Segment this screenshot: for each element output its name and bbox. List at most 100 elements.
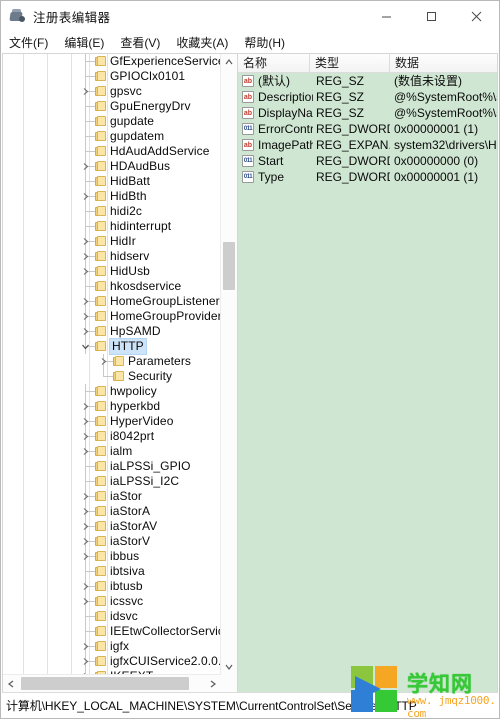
chevron-right-icon[interactable] <box>81 312 90 321</box>
chevron-right-icon[interactable] <box>81 597 90 606</box>
tree-node[interactable]: hidinterrupt <box>3 219 221 234</box>
tree-node[interactable]: HidIr <box>3 234 221 249</box>
chevron-right-icon[interactable] <box>81 657 90 666</box>
tree-node[interactable]: ibbus <box>3 549 221 564</box>
close-button[interactable] <box>454 1 499 32</box>
chevron-right-icon[interactable] <box>81 327 90 336</box>
chevron-right-icon[interactable] <box>81 507 90 516</box>
value-row[interactable]: 011 Start REG_DWORD 0x00000000 (0) <box>238 153 497 169</box>
tree-node[interactable]: hidi2c <box>3 204 221 219</box>
chevron-right-icon[interactable] <box>81 87 90 96</box>
tree-node[interactable]: hkosdservice <box>3 279 221 294</box>
maximize-button[interactable] <box>409 1 454 32</box>
menu-favorites[interactable]: 收藏夹(A) <box>176 34 228 51</box>
tree-node[interactable]: HidBatt <box>3 174 221 189</box>
chevron-right-icon[interactable] <box>81 642 90 651</box>
value-row[interactable]: 011 Type REG_DWORD 0x00000001 (1) <box>238 169 497 185</box>
menu-file[interactable]: 文件(F) <box>9 34 48 51</box>
chevron-right-icon[interactable] <box>81 162 90 171</box>
value-row[interactable]: 011 ErrorControlREG_DWORD 0x00000001 (1) <box>238 121 497 137</box>
column-data[interactable]: 数据 <box>390 54 497 72</box>
tree-node-label: GpuEnergyDrv <box>110 99 191 113</box>
value-row[interactable]: ab DisplayNa...REG_SZ @%SystemRoot%\s <box>238 105 497 121</box>
chevron-right-icon[interactable] <box>81 267 90 276</box>
tree-node[interactable]: HomeGroupProvider <box>3 309 221 324</box>
folder-icon <box>95 146 106 157</box>
scroll-down-icon[interactable] <box>221 659 237 675</box>
chevron-right-icon[interactable] <box>81 582 90 591</box>
tree-node[interactable]: HTTP <box>3 338 221 355</box>
tree-node[interactable]: HdAudAddService <box>3 144 221 159</box>
tree-node[interactable]: HDAudBus <box>3 159 221 174</box>
value-row[interactable]: ab Description REG_SZ @%SystemRoot%\s <box>238 89 497 105</box>
tree-node[interactable]: hidserv <box>3 249 221 264</box>
chevron-right-icon[interactable] <box>81 237 90 246</box>
column-name[interactable]: 名称 <box>238 54 310 72</box>
tree-node[interactable]: Parameters <box>3 354 221 369</box>
column-type[interactable]: 类型 <box>310 54 390 72</box>
tree-node[interactable]: gupdatem <box>3 129 221 144</box>
tree-node[interactable]: GPIOClx0101 <box>3 69 221 84</box>
menu-help[interactable]: 帮助(H) <box>244 34 285 51</box>
tree-node[interactable]: gupdate <box>3 114 221 129</box>
tree-horizontal-scrollbar[interactable] <box>3 674 221 692</box>
tree-node[interactable]: i8042prt <box>3 429 221 444</box>
tree-node[interactable]: HidBth <box>3 189 221 204</box>
tree-node[interactable]: icssvc <box>3 594 221 609</box>
tree-node[interactable]: iaLPSSi_GPIO <box>3 459 221 474</box>
tree-node-label: Parameters <box>128 354 192 368</box>
chevron-right-icon[interactable] <box>81 522 90 531</box>
tree-node[interactable]: iaLPSSi_I2C <box>3 474 221 489</box>
tree-node[interactable]: IEEtwCollectorService <box>3 624 221 639</box>
values-list[interactable]: ab (默认) REG_SZ (数值未设置) ab Description REG_SZ @%… <box>238 73 497 185</box>
menu-view[interactable]: 查看(V) <box>120 34 160 51</box>
tree-node[interactable]: igfx <box>3 639 221 654</box>
chevron-right-icon[interactable] <box>81 192 90 201</box>
tree-node-label: iaStorA <box>110 504 151 518</box>
chevron-right-icon[interactable] <box>81 537 90 546</box>
scroll-left-icon[interactable] <box>3 675 19 692</box>
chevron-right-icon[interactable] <box>99 357 108 366</box>
tree-node[interactable]: igfxCUIService2.0.0.0 <box>3 654 221 669</box>
chevron-right-icon[interactable] <box>81 492 90 501</box>
h-scroll-thumb[interactable] <box>21 677 189 690</box>
tree-node[interactable]: GpuEnergyDrv <box>3 99 221 114</box>
chevron-right-icon[interactable] <box>81 252 90 261</box>
menu-edit[interactable]: 编辑(E) <box>64 34 104 51</box>
chevron-right-icon[interactable] <box>81 417 90 426</box>
value-row[interactable]: ab (默认) REG_SZ (数值未设置) <box>238 73 497 89</box>
tree-scroll-thumb[interactable] <box>223 242 235 290</box>
tree-node[interactable]: ialm <box>3 444 221 459</box>
tree-node-label: Security <box>128 369 173 383</box>
tree-node[interactable]: iaStorA <box>3 504 221 519</box>
chevron-right-icon[interactable] <box>81 297 90 306</box>
scroll-up-icon[interactable] <box>221 54 237 70</box>
tree-node[interactable]: ibtusb <box>3 579 221 594</box>
tree-node[interactable]: GfExperienceService <box>3 54 221 69</box>
tree-node[interactable]: idsvc <box>3 609 221 624</box>
h-scroll-track[interactable] <box>19 675 205 692</box>
tree-node[interactable]: HomeGroupListener <box>3 294 221 309</box>
minimize-button[interactable] <box>364 1 409 32</box>
chevron-down-icon[interactable] <box>81 342 90 351</box>
chevron-right-icon[interactable] <box>81 402 90 411</box>
tree-vertical-scrollbar[interactable] <box>220 54 237 675</box>
tree-node[interactable]: hwpolicy <box>3 384 221 399</box>
window-title: 注册表编辑器 <box>33 11 111 25</box>
registry-key-tree[interactable]: GfExperienceService GPIOClx0101 gpsvc GpuEn… <box>3 54 221 675</box>
tree-node[interactable]: hyperkbd <box>3 399 221 414</box>
tree-node[interactable]: HidUsb <box>3 264 221 279</box>
scroll-right-icon[interactable] <box>205 675 221 692</box>
chevron-right-icon[interactable] <box>81 552 90 561</box>
tree-node[interactable]: iaStorAV <box>3 519 221 534</box>
chevron-right-icon[interactable] <box>81 432 90 441</box>
tree-node[interactable]: iaStorV <box>3 534 221 549</box>
tree-node[interactable]: HyperVideo <box>3 414 221 429</box>
tree-node[interactable]: ibtsiva <box>3 564 221 579</box>
value-row[interactable]: ab ImagePathREG_EXPAN... system32\drivers\… <box>238 137 497 153</box>
chevron-right-icon[interactable] <box>81 447 90 456</box>
tree-node[interactable]: Security <box>3 369 221 384</box>
tree-node[interactable]: HpSAMD <box>3 324 221 339</box>
tree-node[interactable]: iaStor <box>3 489 221 504</box>
tree-node[interactable]: gpsvc <box>3 84 221 99</box>
